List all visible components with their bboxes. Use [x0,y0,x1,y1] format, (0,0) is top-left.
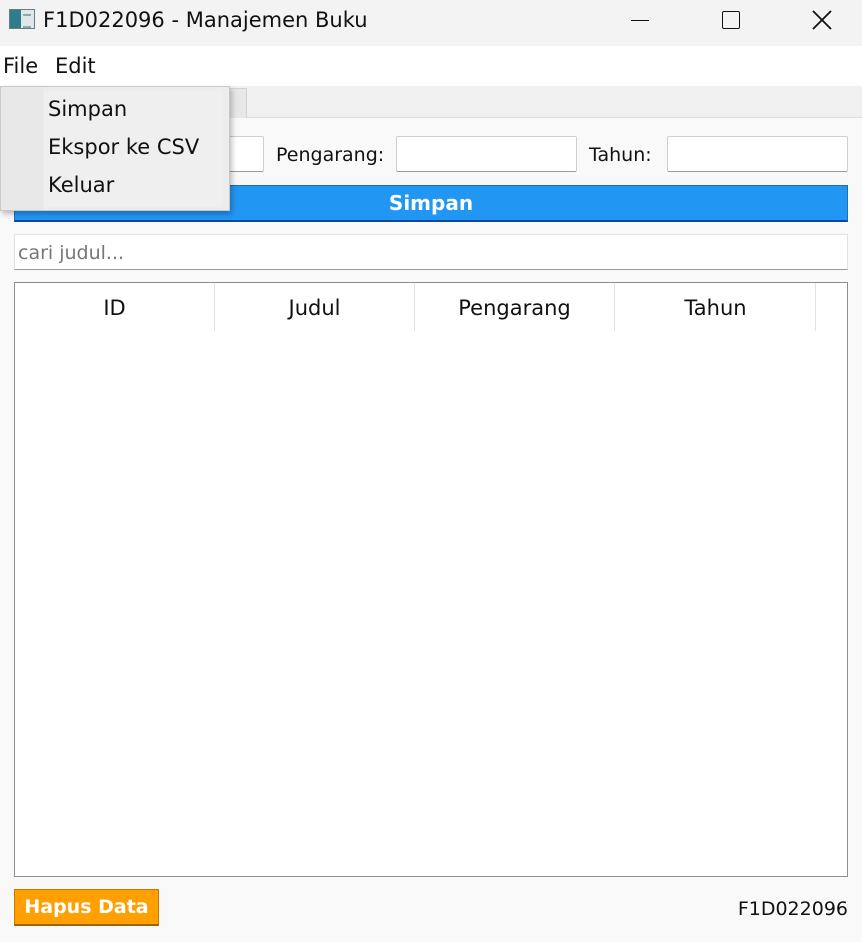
maximize-button[interactable] [685,0,777,40]
menu-item-keluar[interactable]: Keluar [48,173,114,197]
pengarang-input[interactable] [396,136,577,172]
search-placeholder: cari judul... [18,242,125,264]
search-input[interactable]: cari judul... [14,234,848,270]
app-table-icon [9,9,35,29]
minimize-icon [631,19,649,21]
status-text: F1D022096 [737,898,848,920]
maximize-icon [722,11,740,29]
column-header-id[interactable]: ID [15,283,215,331]
column-header-judul[interactable]: Judul [215,283,415,331]
menu-file[interactable]: File [3,54,38,78]
minimize-button[interactable] [594,0,686,40]
tahun-input[interactable] [667,136,848,172]
window-title: F1D022096 - Manajemen Buku [43,8,368,32]
menu-edit[interactable]: Edit [55,54,96,78]
tahun-label: Tahun: [589,144,652,166]
book-table[interactable]: ID Judul Pengarang Tahun [14,282,848,877]
column-header-tahun[interactable]: Tahun [616,283,816,331]
column-header-pengarang[interactable]: Pengarang [415,283,615,331]
menu-item-simpan[interactable]: Simpan [48,97,127,121]
menu-item-ekspor-csv[interactable]: Ekspor ke CSV [48,135,199,159]
menu-bar: File Edit [0,46,862,86]
close-icon [812,10,832,30]
close-button[interactable] [776,0,862,40]
delete-button[interactable]: Hapus Data [14,889,159,926]
title-bar: F1D022096 - Manajemen Buku [0,0,862,46]
pengarang-label: Pengarang: [276,144,385,166]
